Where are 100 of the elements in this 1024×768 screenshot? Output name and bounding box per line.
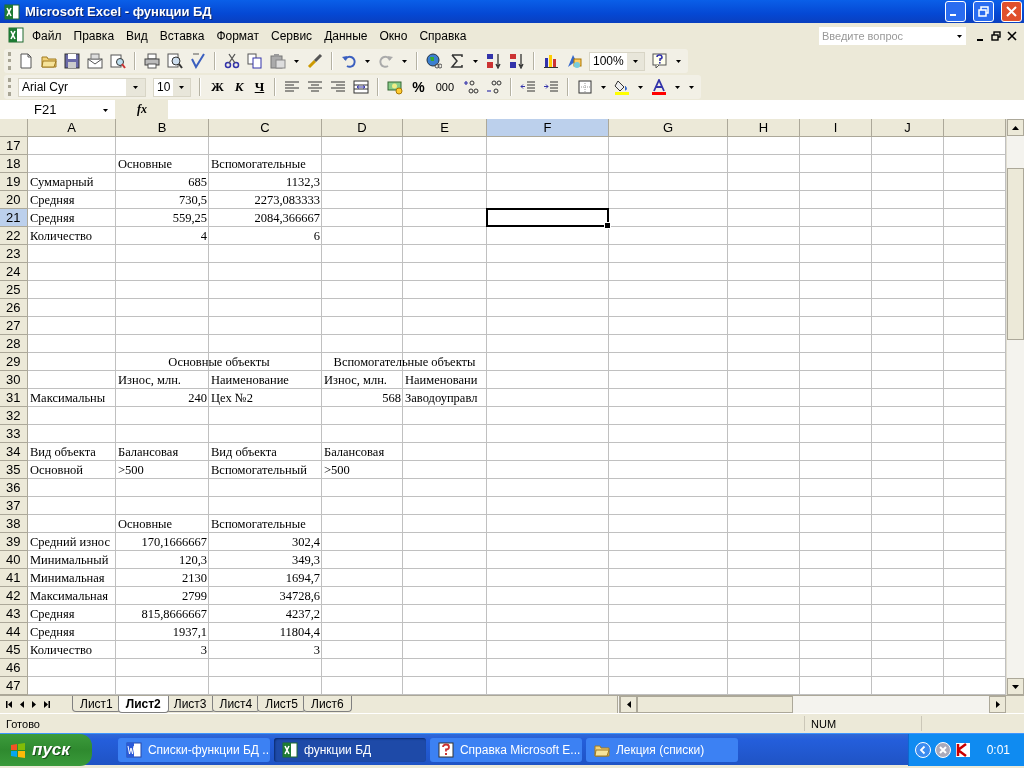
brush-icon[interactable]	[307, 53, 323, 69]
chart-icon[interactable]	[543, 53, 559, 69]
row-header[interactable]: 18	[0, 155, 28, 173]
column-header[interactable]: G	[609, 119, 728, 137]
menu-item[interactable]: Правка	[67, 26, 121, 45]
scroll-left-button[interactable]	[620, 696, 637, 713]
row-header[interactable]: 45	[0, 641, 28, 659]
row-header[interactable]: 41	[0, 569, 28, 587]
caret-icon[interactable]	[132, 84, 139, 90]
currency-icon[interactable]	[387, 79, 404, 95]
cut-icon[interactable]	[224, 53, 240, 69]
column-header[interactable]: A	[28, 119, 116, 137]
caret-icon[interactable]	[600, 84, 608, 90]
taskbar-button[interactable]: функции БД	[273, 737, 426, 762]
close-icon[interactable]	[1007, 30, 1017, 41]
caret-icon[interactable]	[674, 84, 682, 90]
paste-icon[interactable]	[270, 53, 286, 69]
row-header[interactable]: 34	[0, 443, 28, 461]
undo-icon[interactable]	[341, 53, 357, 69]
thousands-button[interactable]: 000	[433, 81, 457, 93]
new-document-icon[interactable]	[18, 53, 34, 69]
row-header[interactable]: 36	[0, 479, 28, 497]
row-header[interactable]: 19	[0, 173, 28, 191]
font-field[interactable]: Arial Cyr	[18, 77, 146, 97]
column-header[interactable]: I	[800, 119, 872, 137]
last-sheet-icon[interactable]	[44, 701, 50, 708]
print-preview-icon[interactable]	[110, 53, 126, 69]
copy-icon[interactable]	[247, 53, 263, 69]
menu-item[interactable]: Окно	[373, 26, 414, 45]
toolbar-options-icon[interactable]	[675, 58, 682, 64]
italic-button[interactable]: К	[232, 79, 246, 95]
column-header[interactable]: H	[728, 119, 800, 137]
fill-color-icon[interactable]	[614, 79, 631, 95]
row-header[interactable]: 31	[0, 389, 28, 407]
help-icon[interactable]	[652, 53, 668, 69]
column-header[interactable]: F	[487, 119, 609, 137]
menu-item[interactable]: Вставка	[153, 26, 211, 45]
font-size-field[interactable]: 10	[153, 77, 191, 97]
shapes-icon[interactable]	[566, 53, 582, 69]
column-header[interactable]: B	[116, 119, 209, 137]
caret-icon[interactable]	[293, 58, 300, 64]
row-header[interactable]: 23	[0, 245, 28, 263]
column-header[interactable]: E	[403, 119, 487, 137]
printer-icon[interactable]	[144, 53, 160, 69]
magnifier-icon[interactable]	[167, 53, 183, 69]
align-left-icon[interactable]	[284, 79, 301, 95]
dropdown-caret-icon[interactable]	[956, 32, 963, 39]
spellcheck-icon[interactable]	[190, 53, 206, 69]
row-header[interactable]: 26	[0, 299, 28, 317]
toolbar-options-icon[interactable]	[688, 84, 696, 90]
caret-icon[interactable]	[364, 58, 371, 64]
restore-button[interactable]	[973, 1, 994, 22]
merge-center-icon[interactable]	[353, 79, 370, 95]
previous-sheet-icon[interactable]	[20, 701, 24, 708]
menu-item[interactable]: Данные	[318, 26, 374, 45]
help-dropdown-button[interactable]	[953, 26, 966, 45]
sort-ascending-icon[interactable]	[486, 53, 502, 69]
minimize-button[interactable]	[945, 1, 966, 22]
row-header[interactable]: 43	[0, 605, 28, 623]
row-header[interactable]: 42	[0, 587, 28, 605]
sum-icon[interactable]	[449, 53, 465, 69]
row-header[interactable]: 46	[0, 659, 28, 677]
insert-function-button[interactable]: fx	[137, 102, 147, 117]
scroll-down-button[interactable]	[1007, 678, 1024, 695]
folder-icon[interactable]	[41, 53, 57, 69]
close-button[interactable]	[1001, 1, 1022, 22]
chevron-icon[interactable]	[914, 741, 931, 758]
underline-button[interactable]: Ч	[252, 79, 267, 95]
scroll-right-button[interactable]	[989, 696, 1006, 713]
sort-descending-icon[interactable]	[509, 53, 525, 69]
align-right-icon[interactable]	[330, 79, 347, 95]
increase-decimal-icon[interactable]	[463, 79, 480, 95]
envelope-icon[interactable]	[87, 53, 103, 69]
row-header[interactable]: 22	[0, 227, 28, 245]
save-icon[interactable]	[64, 53, 80, 69]
borders-icon[interactable]	[577, 79, 594, 95]
menu-item[interactable]: Сервис	[265, 26, 319, 45]
row-header[interactable]: 35	[0, 461, 28, 479]
taskbar-button[interactable]: Лекция (списки)	[585, 737, 738, 762]
row-header[interactable]: 29	[0, 353, 28, 371]
caret-icon[interactable]	[631, 58, 639, 64]
row-header[interactable]: 17	[0, 137, 28, 155]
scroll-thumb[interactable]	[637, 696, 793, 713]
decrease-indent-icon[interactable]	[520, 79, 537, 95]
caret-icon[interactable]	[637, 84, 645, 90]
column-header[interactable]: C	[209, 119, 322, 137]
next-sheet-icon[interactable]	[32, 701, 36, 708]
first-sheet-icon[interactable]	[6, 701, 12, 708]
zoom-field[interactable]: 100%	[589, 51, 645, 71]
scroll-up-button[interactable]	[1007, 119, 1024, 136]
percent-button[interactable]: %	[410, 79, 427, 95]
menu-item[interactable]: Справка	[413, 26, 473, 45]
taskbar-button[interactable]: Справка Microsoft E...	[429, 737, 582, 762]
row-header[interactable]: 32	[0, 407, 28, 425]
caret-icon[interactable]	[178, 84, 186, 90]
row-header[interactable]: 20	[0, 191, 28, 209]
start-button[interactable]: пуск	[0, 733, 92, 766]
row-header[interactable]: 39	[0, 533, 28, 551]
sheet-tab[interactable]: Лист6	[303, 696, 352, 712]
align-center-icon[interactable]	[307, 79, 324, 95]
